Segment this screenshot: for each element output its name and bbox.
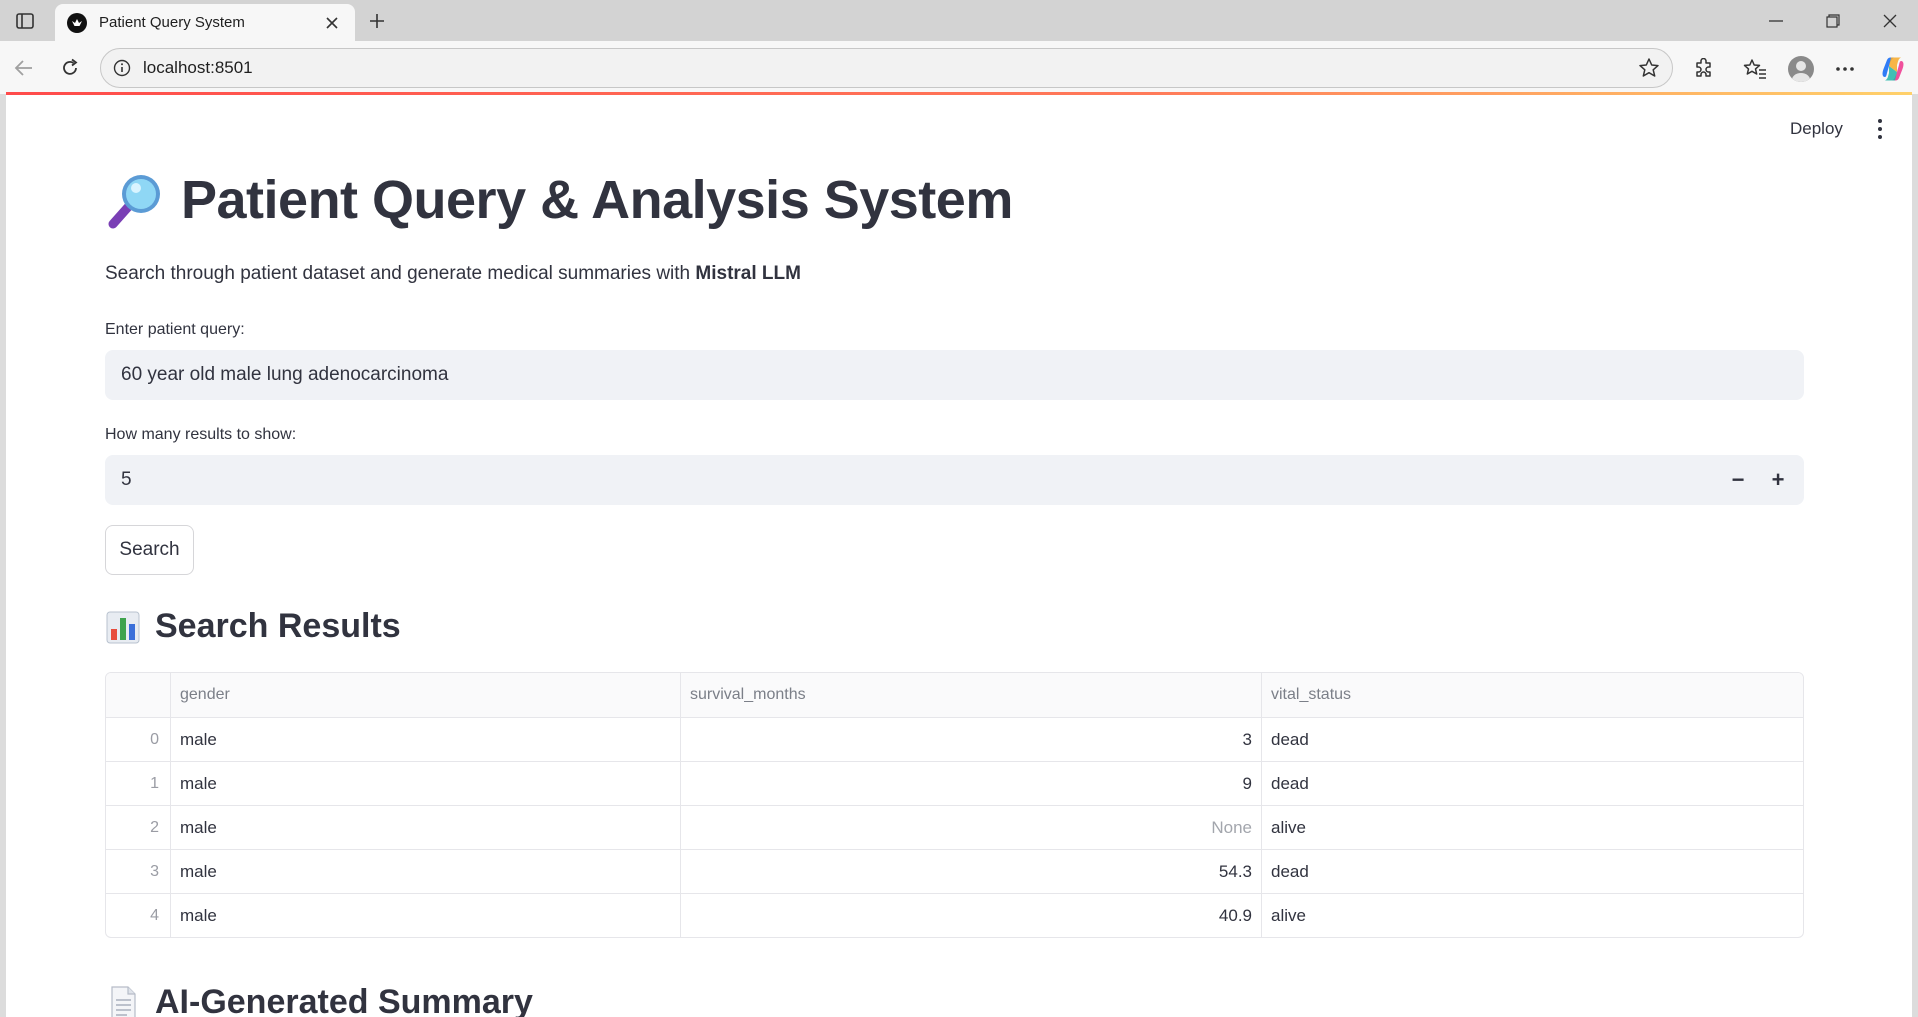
results-count-value[interactable]: 5: [121, 469, 132, 491]
avatar: [1788, 56, 1814, 82]
search-button[interactable]: Search: [105, 525, 194, 575]
column-header-gender[interactable]: gender: [170, 673, 680, 717]
cell-vital-status[interactable]: dead: [1261, 762, 1803, 805]
reload-icon[interactable]: [53, 51, 87, 85]
cell-vital-status[interactable]: alive: [1261, 806, 1803, 849]
query-label: Enter patient query:: [105, 321, 245, 338]
cell-gender[interactable]: male: [170, 718, 680, 761]
app-viewport: Deploy Patient Query & Analysis System S…: [6, 95, 1912, 1017]
deploy-button[interactable]: Deploy: [1782, 115, 1851, 143]
cell-survival-months[interactable]: 40.9: [680, 894, 1261, 937]
row-index: 2: [150, 818, 159, 836]
bar-chart-icon: [105, 609, 141, 645]
favorites-icon[interactable]: [1738, 52, 1772, 86]
cell-gender[interactable]: male: [170, 850, 680, 893]
cell-survival-months[interactable]: 3: [680, 718, 1261, 761]
table-row: 0 male 3 dead: [106, 717, 1803, 761]
cell-survival-months[interactable]: 9: [680, 762, 1261, 805]
more-options-icon[interactable]: [1828, 52, 1862, 86]
cell-survival-months[interactable]: 54.3: [680, 850, 1261, 893]
cell-vital-status[interactable]: dead: [1261, 850, 1803, 893]
row-index: 4: [150, 906, 159, 924]
close-window-icon[interactable]: [1870, 6, 1910, 36]
results-heading-text: Search Results: [155, 607, 401, 645]
table-header-row: gender survival_months vital_status: [106, 673, 1803, 717]
table-row: 2 male None alive: [106, 805, 1803, 849]
main-menu-icon[interactable]: [1868, 115, 1892, 143]
summary-heading-text: AI-Generated Summary: [155, 983, 533, 1017]
page-subtitle: Search through patient dataset and gener…: [105, 263, 801, 285]
copilot-icon[interactable]: [1876, 52, 1910, 86]
increment-button[interactable]: +: [1758, 460, 1798, 500]
browser-tab[interactable]: Patient Query System: [55, 4, 355, 41]
results-heading: Search Results: [105, 607, 401, 646]
new-tab-icon[interactable]: [362, 7, 392, 35]
decrement-button[interactable]: −: [1718, 460, 1758, 500]
browser-tab-bar: Patient Query System: [0, 0, 1918, 41]
favorite-star-icon[interactable]: [1634, 53, 1664, 83]
magnifying-glass-icon: [105, 170, 165, 230]
table-row: 3 male 54.3 dead: [106, 849, 1803, 893]
cell-gender[interactable]: male: [170, 894, 680, 937]
column-header-vital-status[interactable]: vital_status: [1261, 673, 1803, 717]
cell-gender[interactable]: male: [170, 762, 680, 805]
profile-avatar-icon[interactable]: [1784, 52, 1818, 86]
page-title: Patient Query & Analysis System: [105, 170, 1013, 230]
results-table[interactable]: gender survival_months vital_status 0 ma…: [105, 672, 1804, 938]
query-input[interactable]: 60 year old male lung adenocarcinoma: [105, 350, 1804, 400]
address-bar[interactable]: localhost:8501: [100, 48, 1673, 88]
browser-toolbar: localhost:8501: [0, 41, 1918, 94]
results-count-label: How many results to show:: [105, 426, 297, 443]
minimize-icon[interactable]: [1756, 6, 1796, 36]
cell-vital-status[interactable]: alive: [1261, 894, 1803, 937]
column-header-survival-months[interactable]: survival_months: [680, 673, 1261, 717]
close-tab-icon[interactable]: [321, 12, 343, 34]
results-count-stepper: 5 − +: [105, 455, 1804, 505]
restore-icon[interactable]: [1813, 6, 1853, 36]
summary-heading: AI-Generated Summary: [105, 983, 533, 1017]
tab-actions-icon[interactable]: [10, 8, 40, 34]
table-row: 4 male 40.9 alive: [106, 893, 1803, 937]
cell-gender[interactable]: male: [170, 806, 680, 849]
row-index: 3: [150, 862, 159, 880]
subtitle-text: Search through patient dataset and gener…: [105, 263, 696, 284]
model-name: Mistral LLM: [695, 263, 801, 284]
table-row: 1 male 9 dead: [106, 761, 1803, 805]
back-icon[interactable]: [7, 51, 41, 85]
stepper-buttons: − +: [1718, 460, 1798, 500]
document-icon: [105, 985, 141, 1017]
cell-survival-months[interactable]: None: [680, 806, 1261, 849]
row-index: 0: [150, 730, 159, 748]
tab-title: Patient Query System: [99, 14, 245, 31]
streamlit-favicon-icon: [67, 12, 87, 33]
url-text[interactable]: localhost:8501: [143, 58, 1634, 78]
index-header: [106, 673, 170, 717]
row-index: 1: [150, 774, 159, 792]
site-info-icon[interactable]: [111, 57, 133, 79]
extensions-icon[interactable]: [1687, 52, 1721, 86]
page-title-text: Patient Query & Analysis System: [181, 170, 1013, 230]
cell-vital-status[interactable]: dead: [1261, 718, 1803, 761]
